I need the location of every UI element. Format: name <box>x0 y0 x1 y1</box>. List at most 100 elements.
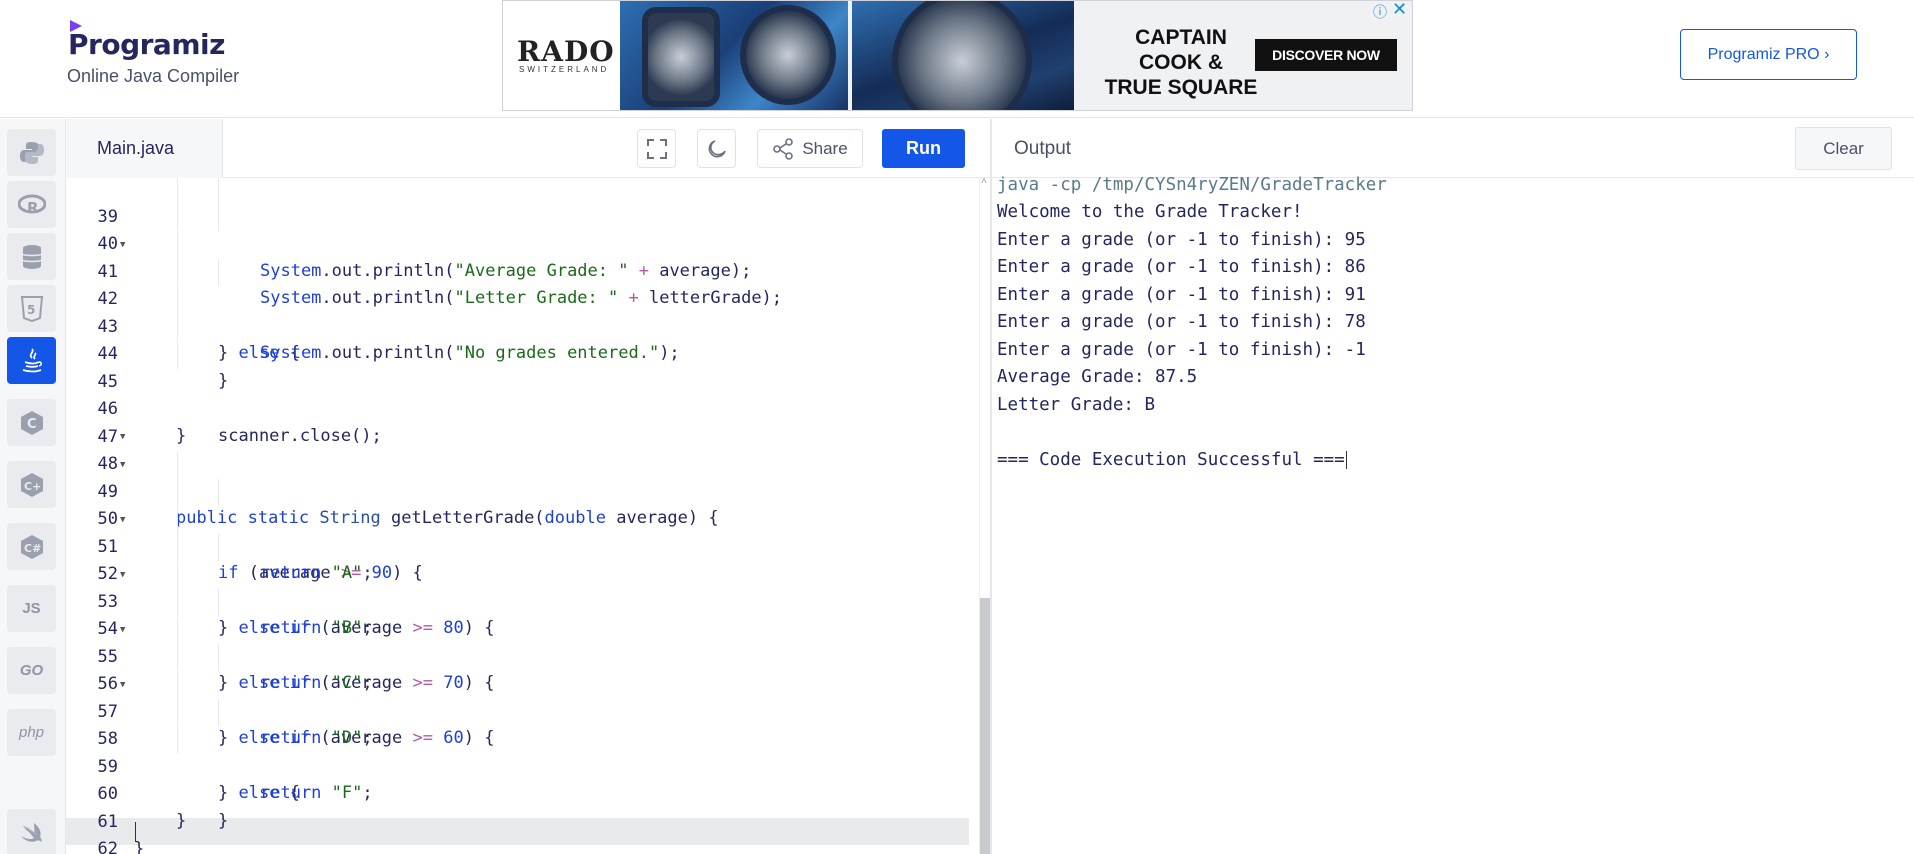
logo-text: Programiz <box>68 28 225 61</box>
fold-arrow-icon[interactable]: ▼ <box>120 452 125 479</box>
fold-arrow-icon[interactable]: ▼ <box>120 562 125 589</box>
code-line: 41 ▼ } else { <box>66 232 970 363</box>
share-icon <box>773 137 794 160</box>
output-command-line: java -cp /tmp/CYSn4ryZEN/GradeTracker <box>997 175 1387 195</box>
moon-icon <box>708 139 726 157</box>
output-line: Average Grade: 87.5 <box>997 367 1198 387</box>
code-line: 39 System.out.println("Average Grade: " … <box>66 178 970 281</box>
sidebar-item-c[interactable]: C <box>7 399 56 446</box>
code-line: 44 <box>66 314 970 364</box>
editor-toolbar: Main.java Share Run <box>66 119 992 178</box>
svg-text:C#: C# <box>24 542 41 555</box>
code-line: 45 scanner.close(); <box>66 342 970 446</box>
code-editor[interactable]: 39 System.out.println("Average Grade: " … <box>66 178 992 854</box>
code-line: 54 return "C"; <box>66 589 970 693</box>
ad-brand-panel: RADO SWITZERLAND <box>503 1 620 110</box>
advertisement-banner[interactable]: RADO SWITZERLAND CAPTAIN COOK & TRUE SQU… <box>502 0 1413 111</box>
ad-watch <box>892 1 1032 110</box>
programiz-pro-button[interactable]: Programiz PRO › <box>1680 29 1857 80</box>
code-line: 47 <box>66 397 970 447</box>
fold-arrow-icon[interactable]: ▼ <box>120 424 125 451</box>
output-line: Enter a grade (or -1 to finish): 86 <box>997 257 1366 277</box>
ad-discover-button[interactable]: DISCOVER NOW <box>1255 39 1397 71</box>
database-icon <box>21 244 42 269</box>
line-number: 62 <box>97 839 118 854</box>
output-header: Output Clear <box>992 119 1914 178</box>
output-status-line: === Code Execution Successful === <box>997 447 1347 474</box>
svg-text:C+: C+ <box>24 480 41 493</box>
dark-mode-button[interactable] <box>697 129 736 168</box>
fold-arrow-icon[interactable]: ▼ <box>120 507 125 534</box>
sidebar-item-csharp[interactable]: C# <box>7 523 56 570</box>
ad-brand-subtitle: SWITZERLAND <box>519 65 610 74</box>
js-icon: JS <box>22 600 41 617</box>
go-icon: GO <box>19 662 44 679</box>
fold-arrow-icon[interactable]: ▼ <box>120 617 125 644</box>
ad-watch-image-2 <box>852 1 1074 110</box>
sidebar-item-python[interactable] <box>7 129 56 176</box>
code-line: 62 <box>66 809 970 854</box>
output-line: Enter a grade (or -1 to finish): 91 <box>997 285 1366 305</box>
c-icon: C <box>20 410 43 435</box>
sidebar-item-java[interactable] <box>7 337 56 384</box>
text-cursor <box>1345 451 1347 469</box>
code-line: 60 } <box>66 754 970 831</box>
sidebar-item-go[interactable]: GO <box>7 647 56 694</box>
csharp-icon: C# <box>20 534 43 559</box>
code-line: 57 ▼ } else { <box>66 672 970 803</box>
svg-text:5: 5 <box>27 303 35 317</box>
sidebar-item-php[interactable]: php <box>7 709 56 756</box>
code-line: 42 System.out.println("No grades entered… <box>66 259 970 363</box>
sidebar-item-sql[interactable] <box>7 233 56 280</box>
ad-watch-image-1 <box>620 1 848 110</box>
code-line: 48 ▼ public static String getLetterGrade… <box>66 424 970 528</box>
run-button[interactable]: Run <box>882 129 965 168</box>
output-title: Output <box>1014 138 1072 159</box>
info-icon[interactable]: ⓘ <box>1373 2 1387 22</box>
close-icon[interactable]: ✕ <box>1392 1 1407 20</box>
code-line: 56 return "D"; <box>66 644 970 748</box>
ad-watch <box>740 5 836 105</box>
clear-button[interactable]: Clear <box>1795 127 1892 170</box>
sidebar-item-r[interactable]: R <box>7 181 56 228</box>
sidebar-item-cpp[interactable]: C+ <box>7 461 56 508</box>
ad-headline-line-2: TRUE SQUARE <box>1104 76 1258 99</box>
language-sidebar: R 5 C C+ C# JS GO php <box>0 119 66 854</box>
code-line: 51 ▼ } else if (average >= 80) { <box>66 507 970 638</box>
ad-headline-line-1: CAPTAIN COOK & <box>1135 26 1227 74</box>
scroll-up-arrow-icon[interactable]: ˄ <box>981 178 987 188</box>
editor-scrollbar-thumb[interactable] <box>980 598 990 854</box>
output-line: Welcome to the Grade Tracker! <box>997 202 1303 222</box>
java-icon <box>22 347 42 372</box>
code-line: 53 ▼ } else if (average >= 70) { <box>66 562 970 693</box>
code-line: 46 } <box>66 369 970 446</box>
code-line: 58 return "F"; <box>66 699 970 803</box>
code-line: 49 ▼ if (average >= 90) { <box>66 452 970 583</box>
sidebar-item-js[interactable]: JS <box>7 585 56 632</box>
php-icon: php <box>18 724 45 741</box>
tab-main-java[interactable]: Main.java <box>66 119 223 178</box>
fullscreen-icon <box>646 138 667 159</box>
execution-status: === Code Execution Successful === <box>997 450 1345 470</box>
ad-brand-name: RADO <box>517 35 615 68</box>
cpp-icon: C+ <box>20 472 43 497</box>
share-label: Share <box>802 138 848 158</box>
code-line: 52 return "B"; <box>66 534 970 638</box>
fold-arrow-icon[interactable]: ▼ <box>120 232 125 259</box>
html5-icon: 5 <box>20 295 43 322</box>
sidebar-item-html[interactable]: 5 <box>7 285 56 332</box>
code-line: 43 } <box>66 287 970 391</box>
swift-icon <box>20 822 42 842</box>
ad-watch <box>642 7 720 107</box>
page-subtitle: Online Java Compiler <box>67 66 240 86</box>
output-console[interactable]: java -cp /tmp/CYSn4ryZEN/GradeTracker We… <box>992 175 1914 854</box>
code-line: 61 } <box>66 782 970 854</box>
output-line: Enter a grade (or -1 to finish): 78 <box>997 312 1366 332</box>
sidebar-item-swift[interactable] <box>7 809 56 854</box>
code-line: 50 return "A"; <box>66 479 970 583</box>
share-button[interactable]: Share <box>757 129 863 168</box>
code-line: 40 System.out.println("Letter Grade: " +… <box>66 204 970 308</box>
fold-arrow-icon[interactable]: ▼ <box>120 672 125 699</box>
fullscreen-button[interactable] <box>637 129 676 168</box>
header: Programiz Online Java Compiler RADO SWIT… <box>0 0 1914 118</box>
